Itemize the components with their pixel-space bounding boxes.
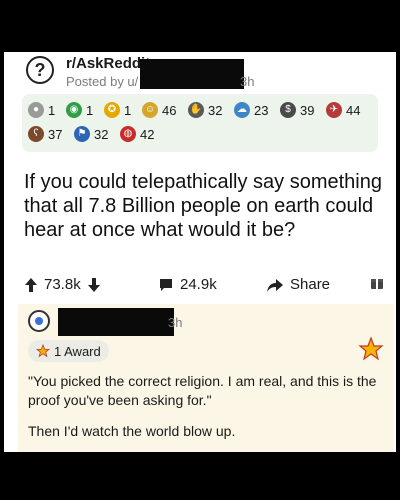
posted-by-label: Posted by u/ [66,74,139,89]
downvote-arrow-icon[interactable] [87,277,101,293]
top-comment: 3h 1 Award "You picked the correct relig… [18,304,394,452]
redacted-username [140,59,244,89]
award-item[interactable]: ◍ 42 [120,126,154,142]
subreddit-question-icon[interactable]: ? [26,56,54,84]
subreddit-name[interactable]: r/AskReddit [66,55,150,72]
star-award-icon [36,344,50,358]
award-item[interactable]: ⚑ 32 [74,126,108,142]
award-item[interactable]: ◉ 1 [66,102,93,118]
post-card: ? r/AskReddit Posted by u/ 3h ● 1 ◉ 1 ✪ 1 ☺… [4,52,396,452]
gift-icon [371,279,383,289]
share-arrow-icon [267,278,283,292]
rocket-award-icon: ✈ [326,102,342,118]
comment-bubble-icon [160,278,172,291]
comment-age: 3h [168,315,183,330]
comment-text-followup: Then I'd watch the world blow up. [28,423,236,439]
share-label: Share [290,276,331,293]
award-item[interactable]: ☺ 46 [142,102,176,118]
awards-strip[interactable]: ● 1 ◉ 1 ✪ 1 ☺ 46 ✋ 32 ☁ 23 $39 ✈ 44 ʕ 37 ⚑ 32 ◍ 42 [22,94,378,152]
gold-star-award-icon[interactable] [358,336,384,362]
award-item[interactable]: ʕ 37 [28,126,62,142]
coin-award-icon: $ [280,102,296,118]
comment-award-chip[interactable]: 1 Award [28,340,109,362]
award-item[interactable]: ✋ 32 [188,102,222,118]
redacted-comment-username [58,308,174,336]
award-item[interactable]: $39 [280,102,314,118]
award-item[interactable]: ☁ 23 [234,102,268,118]
post-title[interactable]: If you could telepathically say somethin… [24,170,386,242]
award-item[interactable]: ✈ 44 [326,102,360,118]
give-award-button[interactable] [370,276,384,290]
gold-award-icon: ✪ [104,102,120,118]
award-item[interactable]: ✪ 1 [104,102,131,118]
globe-award-icon: ◍ [120,126,136,142]
helpful-award-icon: ✋ [188,102,204,118]
post-action-bar: 73.8k 24.9k Share [4,270,396,300]
award-chip-label: 1 Award [54,343,101,359]
silver-award-icon: ● [28,102,44,118]
wholesome-award-icon: ☺ [142,102,158,118]
comments-button[interactable]: 24.9k [158,276,217,293]
post-header: ? r/AskReddit Posted by u/ 3h [4,52,396,92]
award-item[interactable]: ● 1 [28,102,55,118]
share-button[interactable]: Share [266,276,330,293]
comment-count: 24.9k [180,276,217,293]
upvote-count: 73.8k [44,276,81,293]
comment-avatar[interactable] [28,310,50,332]
green-award-icon: ◉ [66,102,82,118]
flag-award-icon: ⚑ [74,126,90,142]
bear-award-icon: ʕ [28,126,44,142]
vote-controls: 73.8k [24,276,101,293]
upvote-arrow-icon[interactable] [24,277,38,293]
comment-text-quote: "You picked the correct religion. I am r… [28,373,377,408]
post-age: 3h [240,74,255,89]
chat-award-icon: ☁ [234,102,250,118]
